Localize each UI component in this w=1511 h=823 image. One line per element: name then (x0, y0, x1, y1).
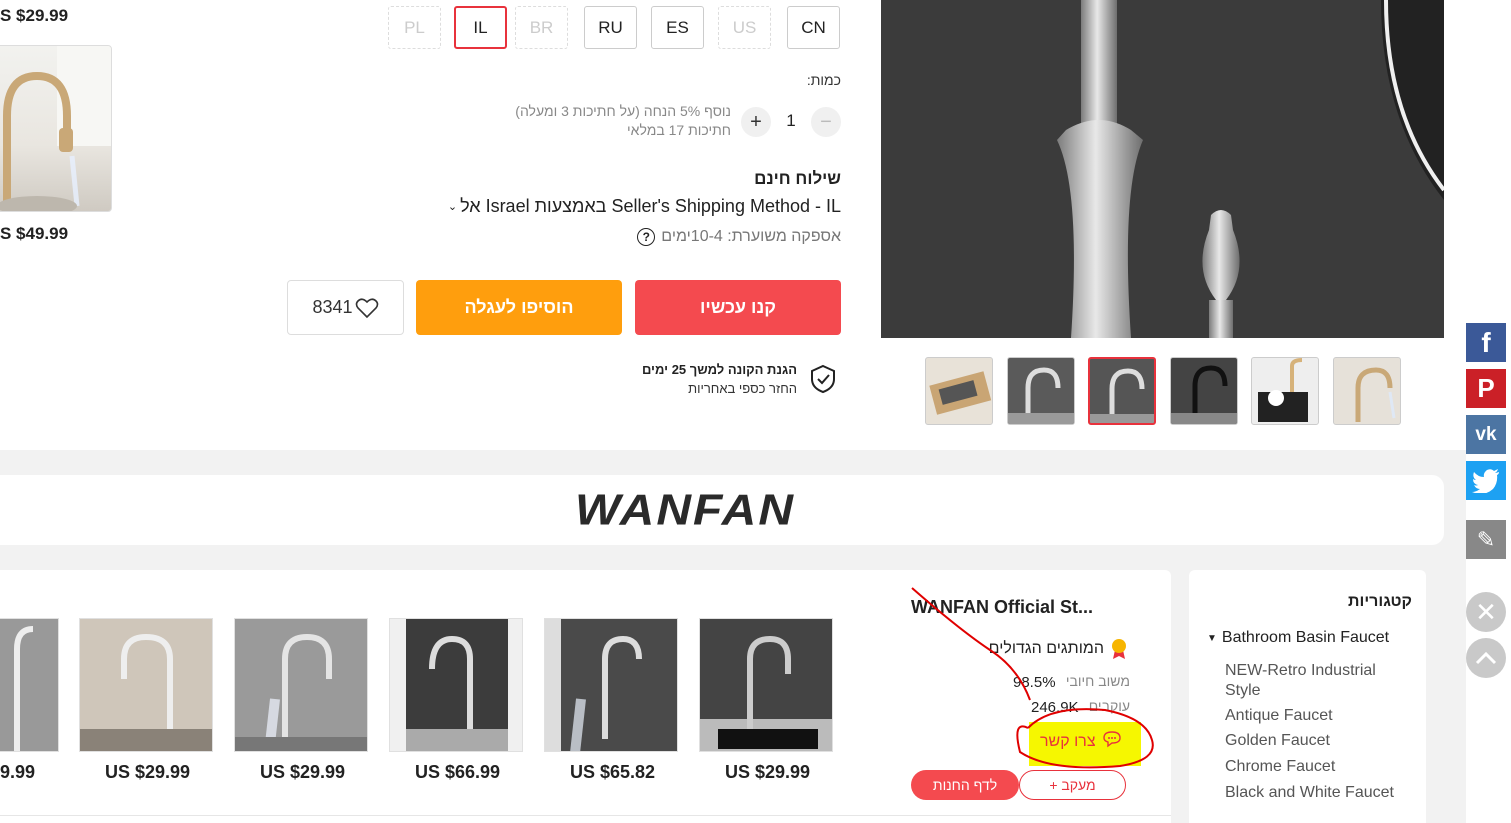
shield-check-icon (811, 364, 835, 394)
store-product-price-4: US $29.99 (260, 762, 346, 782)
thumbnail-6[interactable] (1333, 357, 1401, 425)
left-price-bottom: S $49.99 (0, 224, 69, 243)
twitter-share-icon[interactable] (1466, 461, 1506, 500)
categories-title: קטגוריות (1348, 593, 1412, 610)
buy-now-button[interactable]: קנו עכשיו (635, 280, 841, 335)
store-product-image-2[interactable] (544, 618, 678, 752)
store-product-price-3: US $66.99 (415, 762, 501, 782)
heart-icon (355, 297, 378, 318)
quantity-increase-button[interactable]: + (741, 107, 771, 137)
delivery-text: אספקה משוערת: 10-4ימים (661, 228, 841, 245)
ship-from-ru[interactable]: RU (584, 6, 637, 49)
left-price-top: S $29.99 (0, 6, 69, 25)
category-parent[interactable]: ▼ Bathroom Basin Faucet (1207, 629, 1389, 647)
help-icon[interactable]: ? (637, 228, 656, 246)
store-product-image-5[interactable] (79, 618, 213, 752)
ship-from-br: BR (515, 6, 568, 49)
left-product-image[interactable] (0, 45, 112, 212)
close-icon[interactable]: ✕ (1466, 592, 1506, 632)
brand-logo: WANFAN (575, 486, 795, 534)
main-product-image[interactable] (881, 0, 1444, 338)
quantity-label: כמות: (806, 72, 841, 88)
protection-title: הגנת הקונה למשך 25 ימים (641, 362, 797, 377)
caret-down-icon: ▼ (1207, 632, 1217, 644)
quantity-stock-note: חתיכות 17 במלאי (627, 122, 731, 138)
ship-from-es[interactable]: ES (651, 6, 704, 49)
category-item-antique[interactable]: Antique Faucet (1225, 707, 1333, 725)
shipping-delivery: אספקה משוערת: 10-4ימים ? (637, 228, 841, 246)
quantity-decrease-button[interactable]: − (811, 107, 841, 137)
store-product-image-3[interactable] (389, 618, 523, 752)
thumbnail-1[interactable] (925, 357, 993, 425)
quantity-value[interactable]: 1 (780, 111, 802, 131)
red-annotation-marks (911, 587, 1154, 769)
add-to-cart-button[interactable]: הוסיפו לעגלה (416, 280, 622, 335)
quantity-discount-note: נוסף 5% הנחה (על חתיכות 3 ומעלה) (515, 103, 731, 119)
thumbnail-3[interactable] (1088, 357, 1156, 425)
category-item-retro[interactable]: NEW-Retro Industrial Style (1225, 661, 1405, 701)
store-product-image-1[interactable] (699, 618, 833, 752)
category-item-golden[interactable]: Golden Faucet (1225, 732, 1330, 750)
store-product-price-6: 9.99 (0, 762, 36, 782)
store-product-image-4[interactable] (234, 618, 368, 752)
protection-subtitle: החזר כספי באחריות (688, 381, 797, 396)
edit-pencil-icon[interactable]: ✎ (1466, 520, 1506, 559)
shipping-method-text: אל Israel באמצעות Seller's Shipping Meth… (460, 196, 841, 216)
chevron-down-icon: ⌄ (447, 201, 458, 213)
category-parent-label: Bathroom Basin Faucet (1221, 629, 1390, 646)
thumbnail-2[interactable] (1007, 357, 1075, 425)
store-product-price-1: US $29.99 (725, 762, 811, 782)
ship-from-il[interactable]: IL (454, 6, 507, 49)
thumbnail-5[interactable] (1251, 357, 1319, 425)
brand-banner[interactable]: WANFAN (0, 475, 1444, 545)
store-product-image-6[interactable] (0, 618, 59, 752)
bottom-divider (0, 815, 1171, 816)
scroll-top-icon[interactable] (1466, 638, 1506, 678)
shipping-title: שילוח חינם (754, 169, 841, 188)
category-item-chrome[interactable]: Chrome Faucet (1225, 758, 1335, 776)
store-product-price-2: US $65.82 (570, 762, 656, 782)
thumbnail-4[interactable] (1170, 357, 1238, 425)
ship-from-pl: PL (388, 6, 441, 49)
category-item-black-white[interactable]: Black and White Faucet (1225, 784, 1394, 802)
pinterest-share-icon[interactable]: P (1466, 369, 1506, 408)
wishlist-button[interactable]: 8341 (287, 280, 404, 335)
ship-from-us: US (718, 6, 771, 49)
ship-from-cn[interactable]: CN (787, 6, 840, 49)
facebook-share-icon[interactable]: f (1466, 323, 1506, 362)
wishlist-count: 8341 (312, 297, 353, 317)
shipping-method[interactable]: ⌄ אל Israel באמצעות Seller's Shipping Me… (448, 196, 841, 217)
vk-share-icon[interactable]: vk (1466, 415, 1506, 454)
store-product-price-5: US $29.99 (105, 762, 191, 782)
